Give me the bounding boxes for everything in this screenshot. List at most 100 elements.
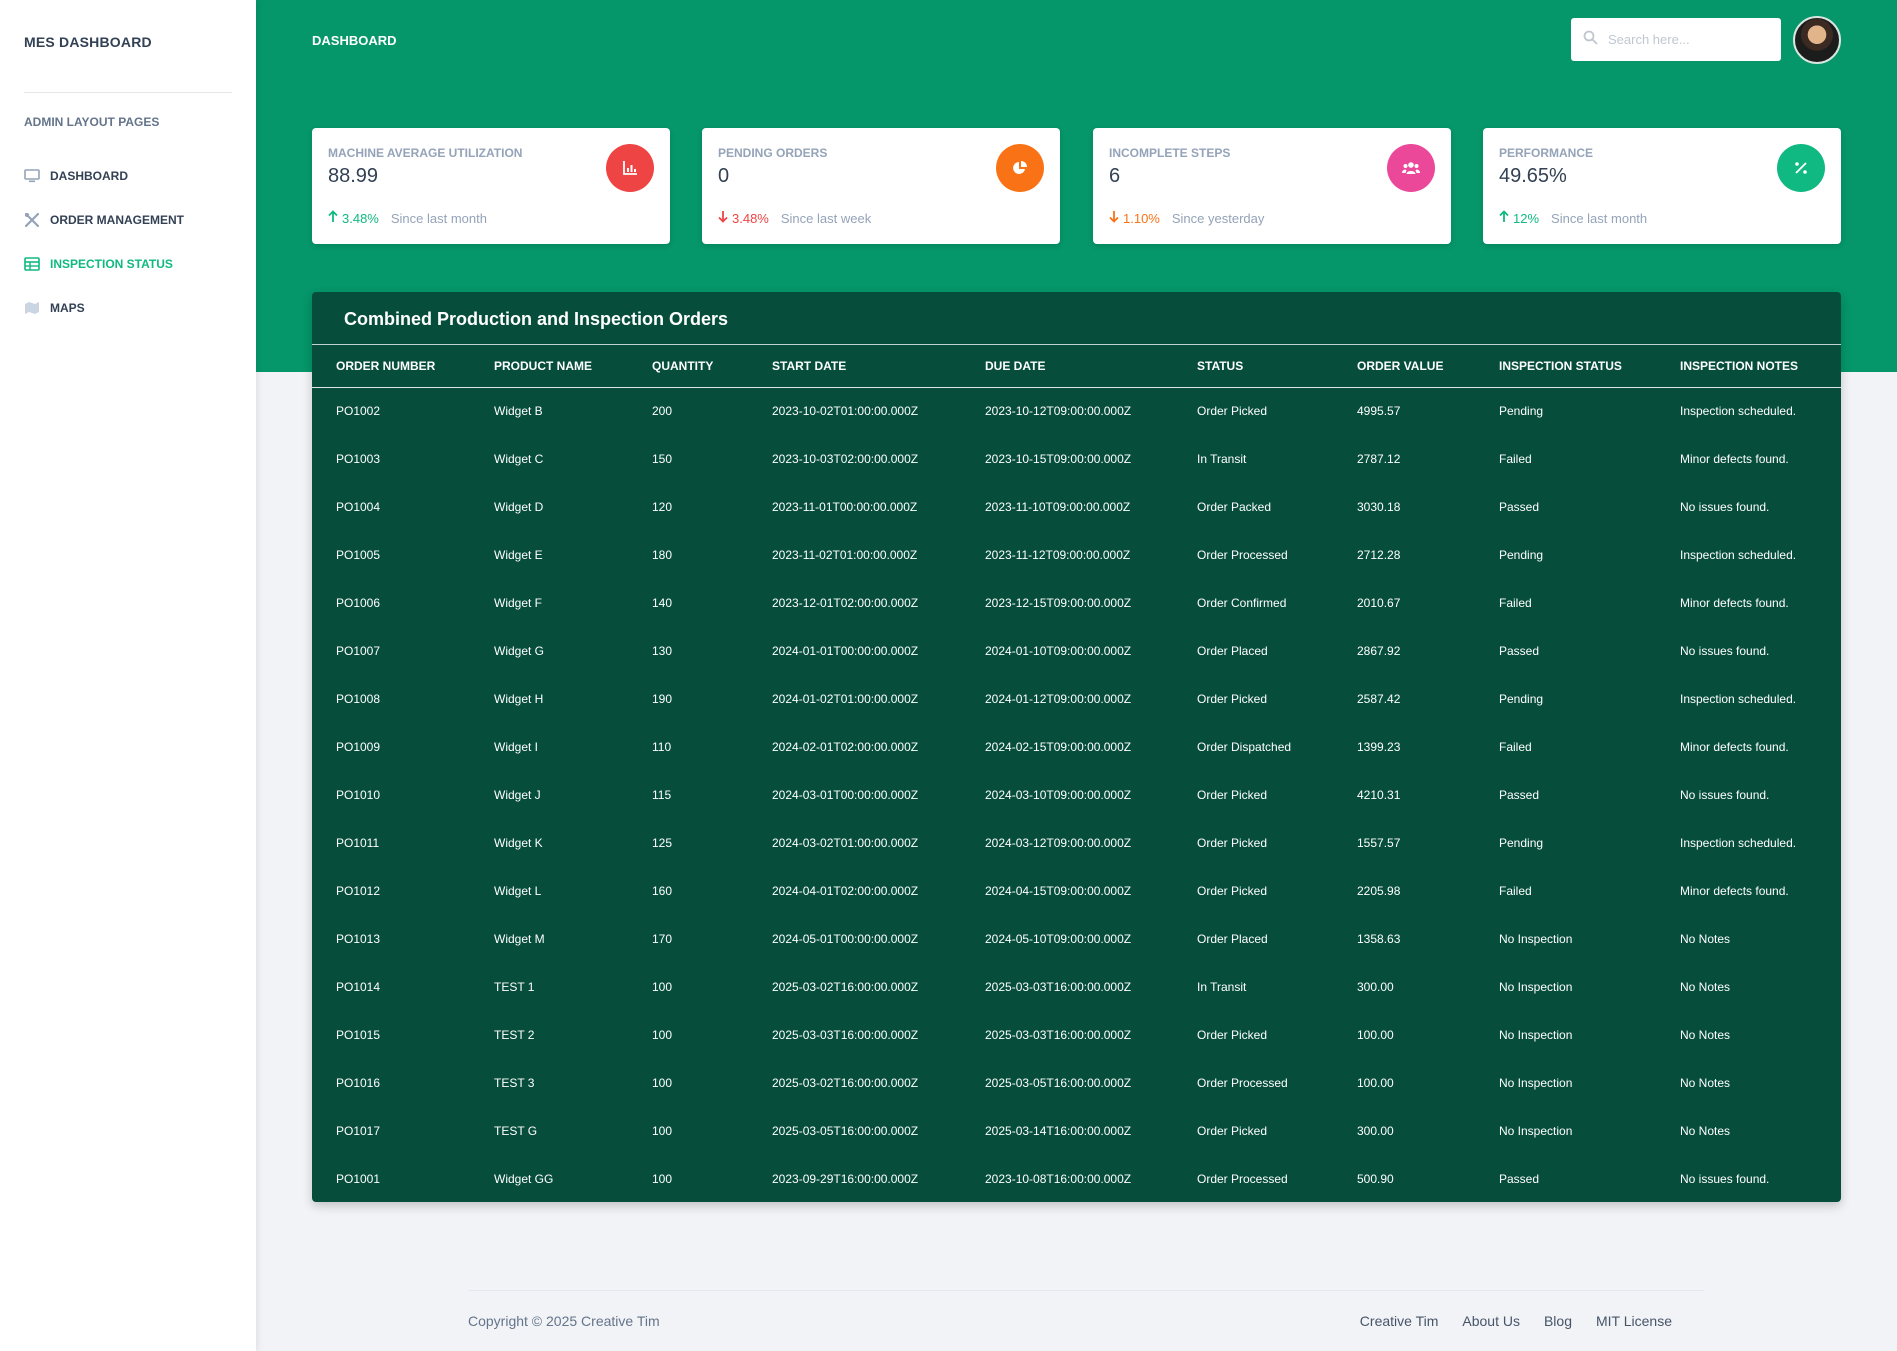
sidebar-item-label: DASHBOARD [50, 169, 128, 183]
table-row[interactable]: PO1006 Widget F 140 2023-12-01T02:00:00.000… [312, 579, 1841, 627]
table-cell: Widget GG [494, 1172, 554, 1186]
table-row[interactable]: PO1017 TEST G 100 2025-03-05T16:00:00.000Z 2… [312, 1107, 1841, 1155]
table-row[interactable]: PO1007 Widget G 130 2024-01-01T00:00:00.000… [312, 627, 1841, 675]
table-row[interactable]: PO1004 Widget D 120 2023-11-01T00:00:00.000… [312, 483, 1841, 531]
table-cell: No Notes [1680, 980, 1731, 994]
sidebar-section-heading: ADMIN LAYOUT PAGES [24, 115, 160, 129]
stat-label: MACHINE AVERAGE UTILIZATION [328, 146, 523, 160]
table-cell: TEST G [494, 1124, 538, 1138]
page-title[interactable]: DASHBOARD [312, 33, 397, 48]
table-cell: Order Confirmed [1197, 596, 1287, 610]
column-header[interactable]: INSPECTION STATUS [1475, 345, 1656, 388]
sidebar-item-order-management[interactable]: ORDER MANAGEMENT [24, 198, 234, 242]
table-header-row: ORDER NUMBER PRODUCT NAME QUANTITY START DA… [312, 345, 1841, 388]
table-cell: 2023-10-08T16:00:00.000Z [985, 1172, 1132, 1186]
table-cell: Order Processed [1197, 1172, 1288, 1186]
table-cell: 2024-03-01T00:00:00.000Z [772, 788, 919, 802]
stat-card-incomplete-steps: INCOMPLETE STEPS 6 1.10% Since yesterday [1093, 128, 1451, 244]
table-cell: Minor defects found. [1680, 452, 1789, 466]
table-cell: 2023-12-15T09:00:00.000Z [985, 596, 1132, 610]
table-cell: Pending [1499, 836, 1544, 850]
table-cell: 2023-10-03T02:00:00.000Z [772, 452, 919, 466]
table-cell: 100.00 [1357, 1076, 1394, 1090]
table-row[interactable]: PO1008 Widget H 190 2024-01-02T01:00:00.000… [312, 675, 1841, 723]
footer-link-creative-tim[interactable]: Creative Tim [1360, 1313, 1439, 1329]
column-header[interactable]: QUANTITY [628, 345, 748, 388]
table-cell: 100 [652, 980, 673, 994]
footer-link-blog[interactable]: Blog [1544, 1313, 1572, 1329]
footer-link-mit-license[interactable]: MIT License [1596, 1313, 1672, 1329]
sidebar: MES DASHBOARD ADMIN LAYOUT PAGES DASHBOA… [0, 0, 256, 1351]
table-cell: PO1011 [336, 836, 380, 850]
stat-change: 3.48% [342, 210, 379, 226]
stat-card-pending-orders: PENDING ORDERS 0 3.48% Since last week [702, 128, 1060, 244]
column-header[interactable]: ORDER VALUE [1333, 345, 1475, 388]
table-cell: No Notes [1680, 1028, 1731, 1042]
table-cell: TEST 1 [494, 980, 535, 994]
table-row[interactable]: PO1009 Widget I 110 2024-02-01T02:00:00.000… [312, 723, 1841, 771]
table-cell: PO1016 [336, 1076, 381, 1090]
table-row[interactable]: PO1016 TEST 3 100 2025-03-02T16:00:00.000Z 2… [312, 1059, 1841, 1107]
table-cell: In Transit [1197, 980, 1247, 994]
table-cell: Order Picked [1197, 1028, 1268, 1042]
sidebar-item-inspection-status[interactable]: INSPECTION STATUS [24, 242, 234, 286]
table-row[interactable]: PO1013 Widget M 170 2024-05-01T00:00:00.000… [312, 915, 1841, 963]
table-row[interactable]: PO1001 Widget GG 100 2023-09-29T16:00:00.00… [312, 1155, 1841, 1203]
table-cell: 160 [652, 884, 673, 898]
search-input[interactable] [1608, 32, 1768, 47]
column-header[interactable]: START DATE [748, 345, 961, 388]
column-header[interactable]: STATUS [1173, 345, 1333, 388]
table-cell: 2024-02-01T02:00:00.000Z [772, 740, 919, 754]
table-row[interactable]: PO1003 Widget C 150 2023-10-03T02:00:00.000… [312, 435, 1841, 483]
column-header[interactable]: INSPECTION NOTES [1656, 345, 1841, 388]
sidebar-item-dashboard[interactable]: DASHBOARD [24, 154, 234, 198]
column-header[interactable]: DUE DATE [961, 345, 1173, 388]
table-row[interactable]: PO1014 TEST 1 100 2025-03-02T16:00:00.000Z 2… [312, 963, 1841, 1011]
column-header[interactable]: ORDER NUMBER [312, 345, 470, 388]
table-cell: Widget F [494, 596, 543, 610]
table-cell: 2024-04-01T02:00:00.000Z [772, 884, 919, 898]
table-cell: 100 [652, 1172, 673, 1186]
table-cell: PO1003 [336, 452, 381, 466]
table-cell: Pending [1499, 692, 1544, 706]
table-row[interactable]: PO1005 Widget E 180 2023-11-02T01:00:00.000… [312, 531, 1841, 579]
table-cell: 190 [652, 692, 673, 706]
table-cell: 140 [652, 596, 673, 610]
table-cell: Widget C [494, 452, 544, 466]
arrow-down-icon [718, 210, 728, 226]
table-cell: 2025-03-02T16:00:00.000Z [772, 980, 919, 994]
footer-link-about-us[interactable]: About Us [1462, 1313, 1520, 1329]
search-icon [1583, 30, 1598, 50]
table-cell: PO1012 [336, 884, 381, 898]
table-cell: PO1013 [336, 932, 381, 946]
table-cell: 130 [652, 644, 673, 658]
table-row[interactable]: PO1011 Widget K 125 2024-03-02T01:00:00.000… [312, 819, 1841, 867]
table-cell: Minor defects found. [1680, 596, 1789, 610]
table-cell: 4210.31 [1357, 788, 1401, 802]
table-cell: 2024-05-01T00:00:00.000Z [772, 932, 919, 946]
column-header[interactable]: PRODUCT NAME [470, 345, 628, 388]
table-cell: Failed [1499, 596, 1532, 610]
table-cell: No Inspection [1499, 1124, 1573, 1138]
user-avatar[interactable] [1793, 16, 1841, 64]
table-cell: Widget I [494, 740, 539, 754]
table-row[interactable]: PO1015 TEST 2 100 2025-03-03T16:00:00.000Z 2… [312, 1011, 1841, 1059]
footer-divider [468, 1290, 1704, 1291]
stat-card-performance: PERFORMANCE 49.65% 12% Since last month [1483, 128, 1841, 244]
table-row[interactable]: PO1012 Widget L 160 2024-04-01T02:00:00.000… [312, 867, 1841, 915]
sidebar-item-maps[interactable]: MAPS [24, 286, 234, 330]
brand-title[interactable]: MES DASHBOARD [24, 34, 152, 50]
table-cell: 2024-01-02T01:00:00.000Z [772, 692, 919, 706]
table-cell: 2205.98 [1357, 884, 1401, 898]
table-cell: 115 [652, 788, 672, 802]
table-row[interactable]: PO1010 Widget J 115 2024-03-01T00:00:00.000… [312, 771, 1841, 819]
table-row[interactable]: PO1002 Widget B 200 2023-10-02T01:00:00.000… [312, 387, 1841, 435]
table-cell: Minor defects found. [1680, 884, 1789, 898]
pie-chart-icon [996, 144, 1044, 192]
table-cell: 2023-09-29T16:00:00.000Z [772, 1172, 919, 1186]
search-box[interactable] [1571, 18, 1781, 61]
stat-value: 0 [718, 165, 730, 187]
table-cell: 2024-03-02T01:00:00.000Z [772, 836, 919, 850]
table-cell: Widget J [494, 788, 541, 802]
stat-footer: 3.48% Since last week [718, 210, 871, 226]
